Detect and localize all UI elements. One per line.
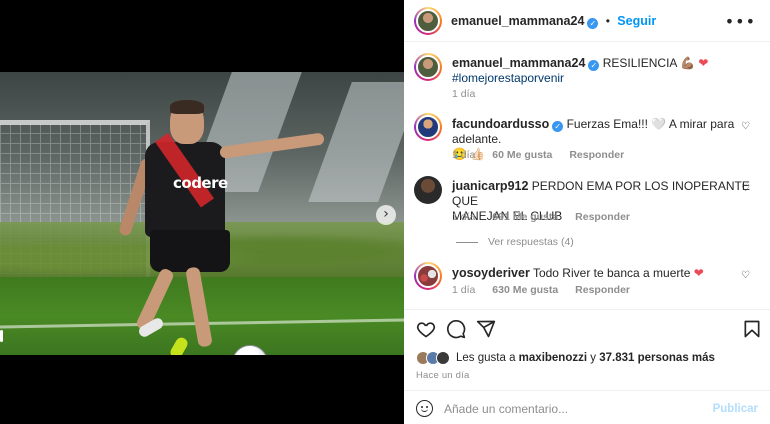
- likes-count[interactable]: 37.831 personas más: [599, 352, 715, 364]
- comment-icon[interactable]: [446, 319, 466, 339]
- likes-middle: y: [590, 352, 597, 364]
- replies-dash: [456, 241, 478, 243]
- comment-meta: 1 día 691 Me gusta Responder: [452, 211, 644, 223]
- comment-likes[interactable]: 630 Me gusta: [492, 284, 558, 296]
- author-avatar[interactable]: [414, 7, 442, 35]
- comment-input[interactable]: [444, 398, 704, 420]
- photo-player: codere: [117, 100, 330, 355]
- post-photo[interactable]: codere: [0, 72, 404, 355]
- jersey-sponsor-text: codere: [173, 174, 228, 192]
- heart-icon[interactable]: ♡: [741, 121, 750, 132]
- caption-username[interactable]: emanuel_mammana24: [452, 56, 585, 70]
- view-replies-label[interactable]: Ver respuestas (4): [488, 236, 574, 248]
- publish-button[interactable]: Publicar: [713, 403, 758, 415]
- action-bar: [416, 319, 762, 341]
- divider: [404, 390, 770, 391]
- share-icon[interactable]: [476, 319, 496, 339]
- comment-reply-button[interactable]: Responder: [575, 211, 630, 223]
- comment-form: Publicar: [404, 392, 770, 424]
- player-arm: [219, 132, 325, 159]
- comment-time[interactable]: 1 día: [452, 149, 475, 161]
- separator-dot: •: [605, 14, 610, 28]
- comment-username[interactable]: yosoyderiver: [452, 266, 530, 280]
- verified-icon: ✓: [552, 121, 564, 132]
- comment-item: juanicarp912 PERDON EMA POR LOS INOPERAN…: [414, 176, 760, 226]
- caption-heart: ❤: [698, 56, 709, 70]
- commenter-avatar[interactable]: [414, 262, 442, 290]
- comment-username[interactable]: facundoardusso: [452, 117, 549, 131]
- post-media: codere ›: [0, 0, 404, 424]
- verified-icon: ✓: [587, 18, 599, 29]
- follow-button[interactable]: Seguir: [617, 14, 656, 28]
- caption-hashtag[interactable]: #lomejorestaporvenir: [452, 71, 564, 85]
- author-username[interactable]: emanuel_mammana24: [451, 14, 584, 28]
- photo-ball: [232, 345, 268, 355]
- likes-user[interactable]: maxibenozzi: [519, 352, 587, 364]
- caption-meta: 1 día: [452, 88, 489, 100]
- caption-emoji: 💪🏽: [680, 56, 696, 70]
- chevron-right-icon[interactable]: ›: [376, 205, 396, 225]
- comment-meta: 1 día 630 Me gusta Responder: [452, 284, 644, 296]
- comment-username[interactable]: juanicarp912: [452, 179, 528, 193]
- verified-icon: ✓: [588, 60, 600, 71]
- commenter-avatar[interactable]: [414, 176, 442, 204]
- post-caption: emanuel_mammana24 ✓ RESILIENCIA 💪🏽 ❤ #lom…: [414, 53, 760, 103]
- comment-body: Todo River te banca a muerte: [532, 266, 691, 280]
- liker-avatar: [436, 351, 450, 365]
- comment-likes[interactable]: 691 Me gusta: [492, 211, 558, 223]
- author-avatar[interactable]: [414, 53, 442, 81]
- post-side-panel: emanuel_mammana24 ✓ • Seguir ••• emanuel_…: [404, 0, 770, 424]
- player-shorts: [150, 230, 230, 272]
- post-time[interactable]: Hace un día: [416, 370, 469, 381]
- more-icon[interactable]: •••: [725, 12, 756, 31]
- likes-summary: Les gusta a maxibenozzi y 37.831 persona…: [416, 351, 715, 365]
- emoji-icon[interactable]: [416, 400, 433, 417]
- comment-text: yosoyderiver Todo River te banca a muert…: [452, 266, 704, 281]
- comment-reply-button[interactable]: Responder: [575, 284, 630, 296]
- post-header-user: emanuel_mammana24 ✓ • Seguir: [451, 14, 656, 29]
- likes-prefix: Les gusta a: [456, 352, 516, 364]
- player-hair: [170, 100, 204, 114]
- bookmark-icon[interactable]: [742, 319, 762, 339]
- commenter-avatar[interactable]: [414, 113, 442, 141]
- comment-heart: ❤: [693, 266, 704, 280]
- view-replies-button[interactable]: Ver respuestas (4): [456, 236, 574, 248]
- caption-time[interactable]: 1 día: [452, 88, 475, 100]
- comment-likes[interactable]: 60 Me gusta: [492, 149, 552, 161]
- comment-meta: 1 día 60 Me gusta Responder: [452, 149, 638, 161]
- comment-reply-button[interactable]: Responder: [569, 149, 624, 161]
- comment-time[interactable]: 1 día: [452, 211, 475, 223]
- previous-post-handle[interactable]: [0, 330, 3, 342]
- player-leg: [185, 266, 213, 348]
- divider: [404, 309, 770, 310]
- post-header: emanuel_mammana24 ✓ • Seguir •••: [404, 0, 770, 42]
- heart-icon[interactable]: ♡: [741, 270, 750, 281]
- comment-item: yosoyderiver Todo River te banca a muert…: [414, 262, 760, 302]
- comment-time[interactable]: 1 día: [452, 284, 475, 296]
- caption-text: emanuel_mammana24 ✓ RESILIENCIA 💪🏽 ❤ #lom…: [452, 56, 708, 86]
- caption-body: RESILIENCIA: [602, 56, 677, 70]
- comment-item: facundoardusso ✓ Fuerzas Ema!!! 🤍 A mirar…: [414, 113, 760, 163]
- heart-icon[interactable]: [416, 319, 436, 339]
- heart-icon[interactable]: ♡: [741, 183, 750, 194]
